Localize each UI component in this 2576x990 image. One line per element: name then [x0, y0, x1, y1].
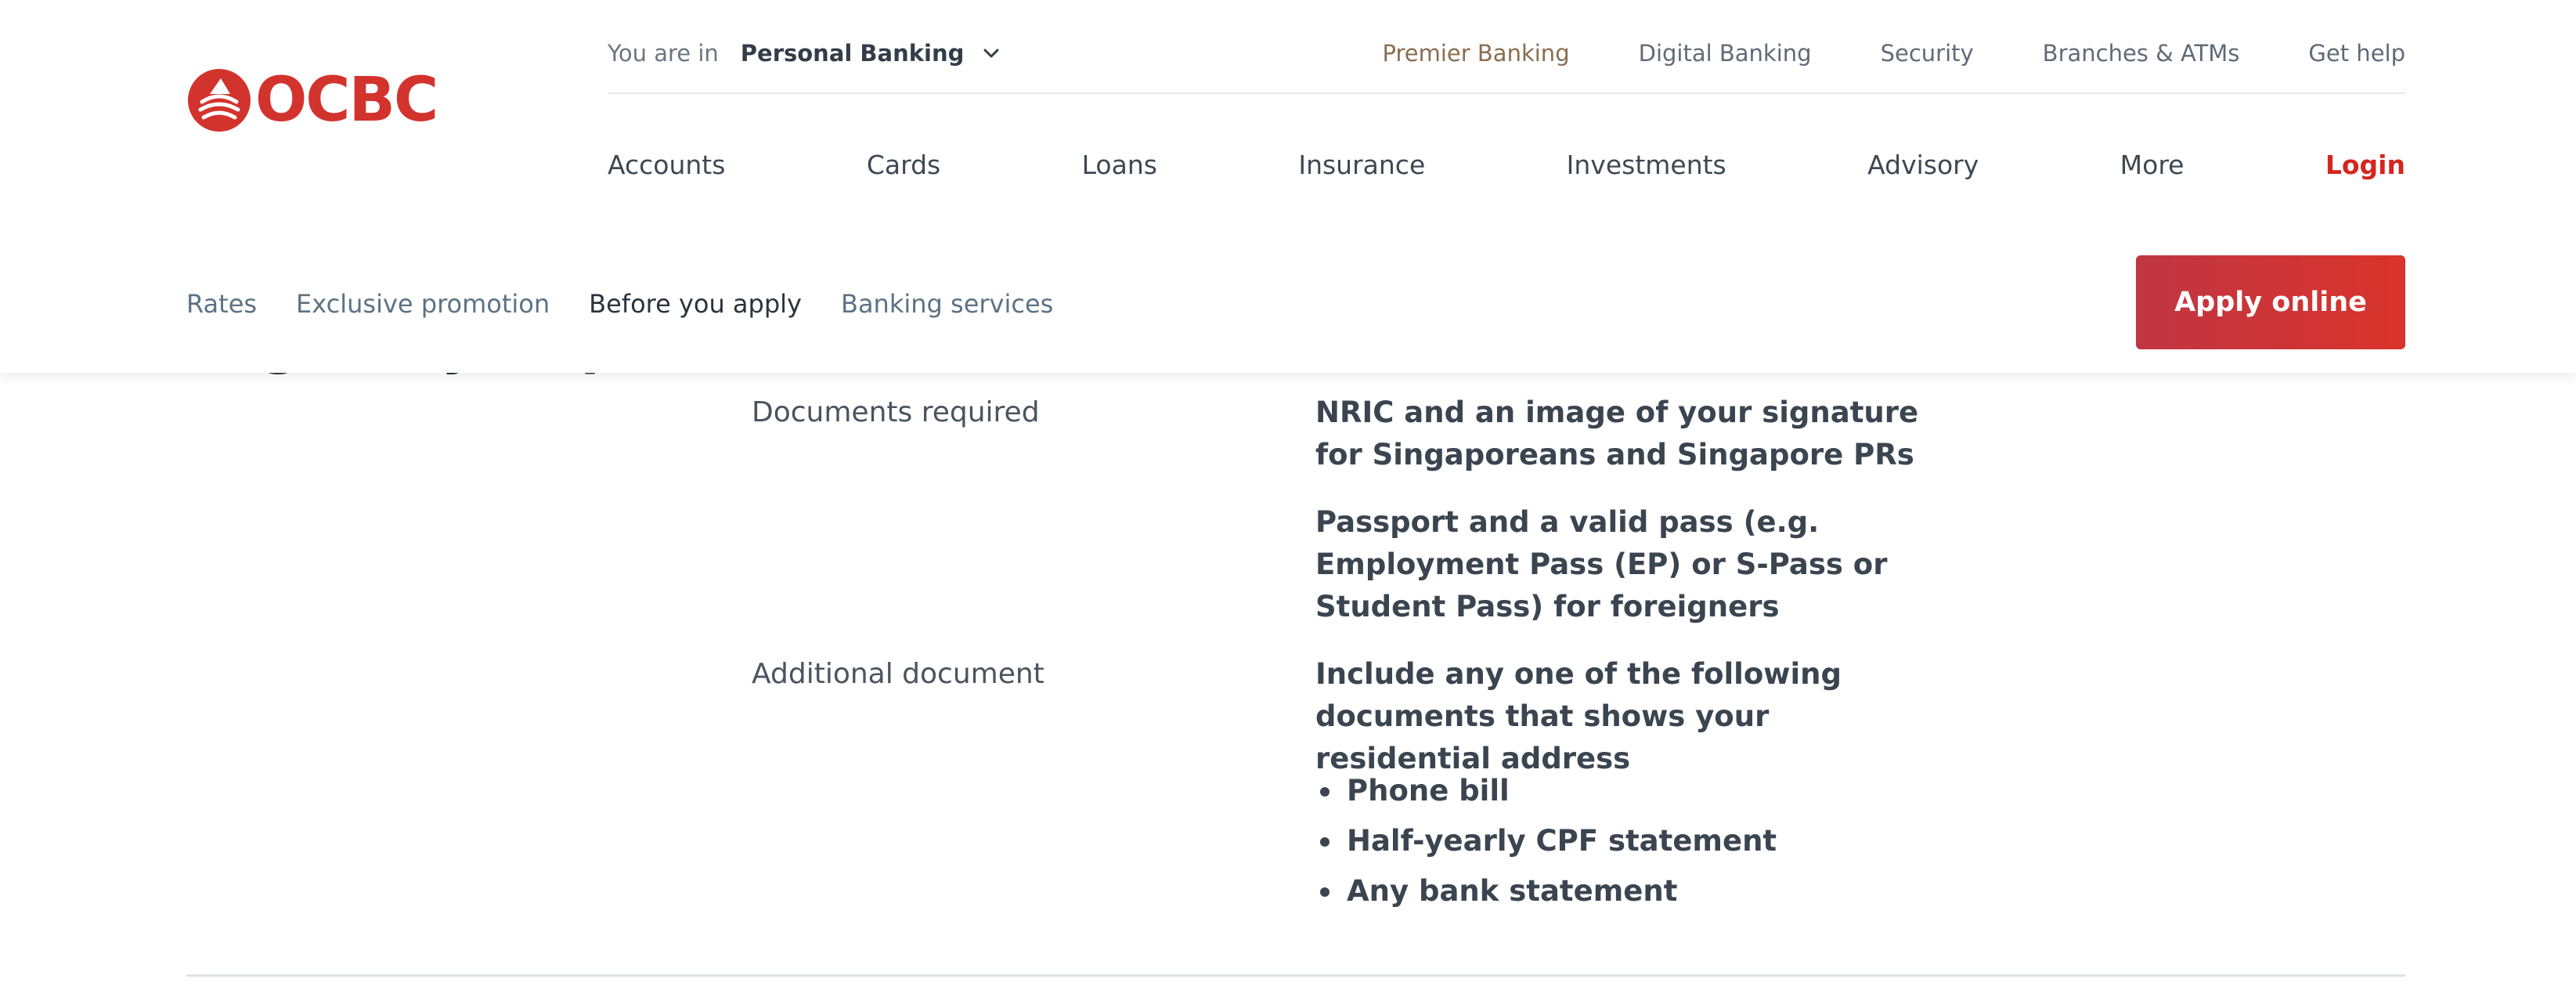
tab-rates[interactable]: Rates	[186, 289, 257, 319]
login-link[interactable]: Login	[2325, 150, 2405, 180]
tab-banking-services[interactable]: Banking services	[841, 289, 1053, 319]
additional-document-list: Phone bill Half-yearly CPF statement Any…	[1315, 766, 1777, 916]
digital-banking-link[interactable]: Digital Banking	[1639, 40, 1812, 67]
nav-item-loans[interactable]: Loans	[1082, 150, 1157, 180]
documents-required-label: Documents required	[752, 396, 1040, 428]
additional-document-label: Additional document	[752, 658, 1044, 690]
list-item: Phone bill	[1315, 766, 1777, 816]
additional-document-value: Include any one of the following documen…	[1315, 657, 1842, 775]
premier-banking-link[interactable]: Premier Banking	[1383, 40, 1570, 67]
nav-item-advisory[interactable]: Advisory	[1867, 150, 1979, 180]
nav-item-accounts[interactable]: Accounts	[608, 150, 725, 180]
header-divider	[608, 92, 2405, 94]
segment-selector[interactable]: You are in Personal Banking	[608, 40, 1001, 67]
nav-item-more[interactable]: More	[2120, 150, 2185, 180]
segment-prefix: You are in	[608, 40, 719, 67]
nav-item-cards[interactable]: Cards	[867, 150, 940, 180]
utility-links: Premier Banking Digital Banking Security…	[1314, 40, 2405, 67]
security-link[interactable]: Security	[1881, 40, 1974, 67]
list-item: Any bank statement	[1315, 866, 1777, 916]
apply-online-button[interactable]: Apply online	[2136, 255, 2405, 349]
nav-item-investments[interactable]: Investments	[1567, 150, 1726, 180]
tab-exclusive-promotion[interactable]: Exclusive promotion	[296, 289, 550, 319]
branches-atms-link[interactable]: Branches & ATMs	[2043, 40, 2240, 67]
documents-required-value-2: Passport and a valid pass (e.g. Employme…	[1315, 505, 1888, 623]
ocbc-logo-link[interactable]: OCBC	[186, 65, 438, 135]
ocbc-sail-logo-icon	[188, 69, 251, 132]
segment-value[interactable]: Personal Banking	[741, 40, 965, 67]
main-nav: Accounts Cards Loans Insurance Investmen…	[608, 141, 2405, 188]
site-header: OCBC You are in Personal Banking Premier…	[0, 0, 2576, 373]
get-help-link[interactable]: Get help	[2308, 40, 2405, 67]
utility-bar: You are in Personal Banking Premier Bank…	[608, 22, 2405, 85]
documents-required-value-1: NRIC and an image of your signature for …	[1315, 396, 1919, 472]
list-item: Half-yearly CPF statement	[1315, 816, 1777, 866]
nav-item-insurance[interactable]: Insurance	[1298, 150, 1425, 180]
sub-nav: Rates Exclusive promotion Before you app…	[186, 282, 1092, 326]
chevron-down-icon[interactable]	[981, 43, 1001, 63]
tab-before-you-apply[interactable]: Before you apply	[589, 289, 802, 319]
section-divider	[186, 974, 2405, 977]
brand-name: OCBC	[255, 65, 438, 135]
